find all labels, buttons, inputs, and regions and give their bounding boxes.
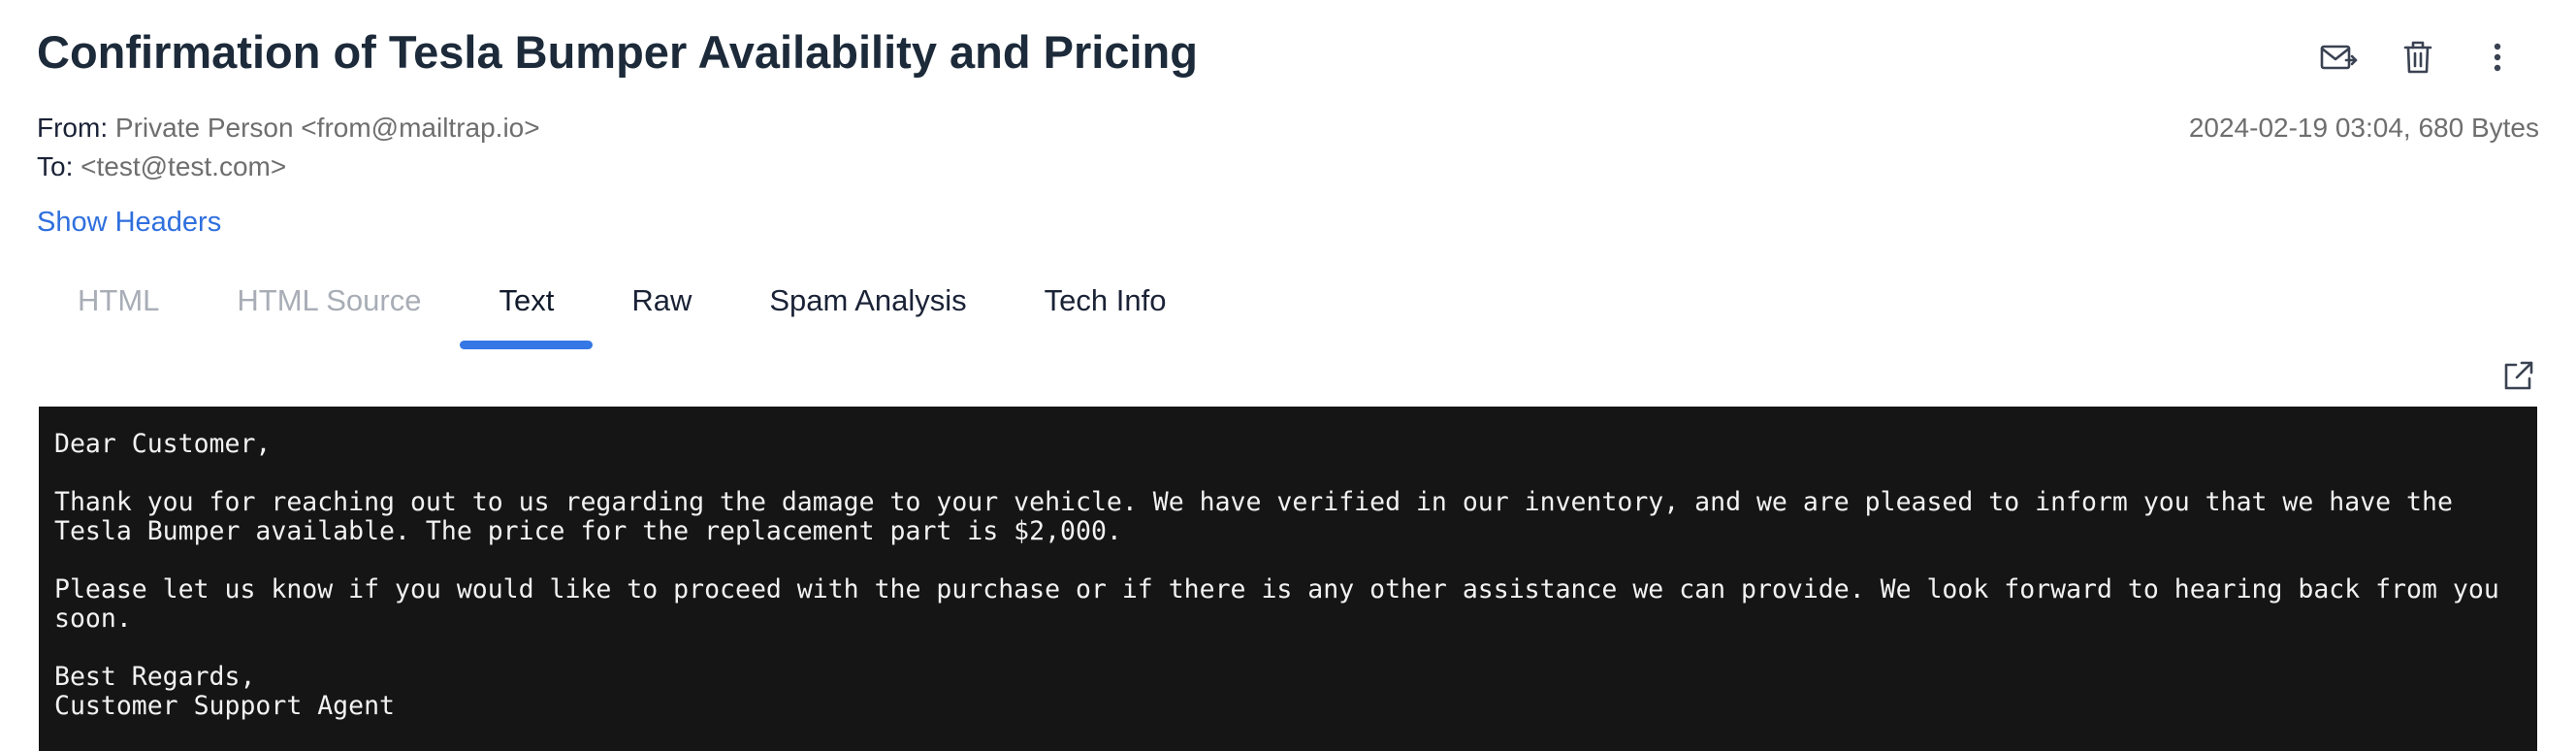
trash-icon [2403,41,2432,74]
forward-mail-icon [2320,45,2358,70]
to-label: To: [37,151,74,181]
view-tabs: HTML HTML Source Text Raw Spam Analysis … [39,260,1205,349]
more-vertical-icon [2494,43,2501,72]
more-button[interactable] [2473,33,2522,82]
from-value: Private Person <from@mailtrap.io> [114,113,540,143]
forward-button[interactable] [2314,33,2363,82]
to-row: To: <test@test.com> [37,151,286,182]
tab-spam-analysis[interactable]: Spam Analysis [730,260,1005,349]
message-body-panel: Dear Customer, Thank you for reaching ou… [39,407,2537,751]
to-value: <test@test.com> [80,151,287,181]
message-body-text: Dear Customer, Thank you for reaching ou… [54,429,2499,721]
show-headers-link[interactable]: Show Headers [37,207,221,239]
tab-html[interactable]: HTML [39,260,198,349]
external-link-icon [2504,361,2533,390]
email-viewer: Confirmation of Tesla Bumper Availabilit… [0,0,2576,751]
tab-raw[interactable]: Raw [593,260,730,349]
date-size-info: 2024-02-19 03:04, 680 Bytes [2188,113,2539,143]
from-label: From: [37,113,109,143]
delete-button[interactable] [2394,33,2442,82]
from-row: From: Private Person <from@mailtrap.io> [37,113,540,144]
email-actions [2314,33,2522,82]
open-external-button[interactable] [2500,359,2535,394]
tab-html-source[interactable]: HTML Source [198,260,460,349]
email-subject: Confirmation of Tesla Bumper Availabilit… [37,26,1198,78]
tab-text[interactable]: Text [460,260,594,349]
tab-tech-info[interactable]: Tech Info [1006,260,1206,349]
